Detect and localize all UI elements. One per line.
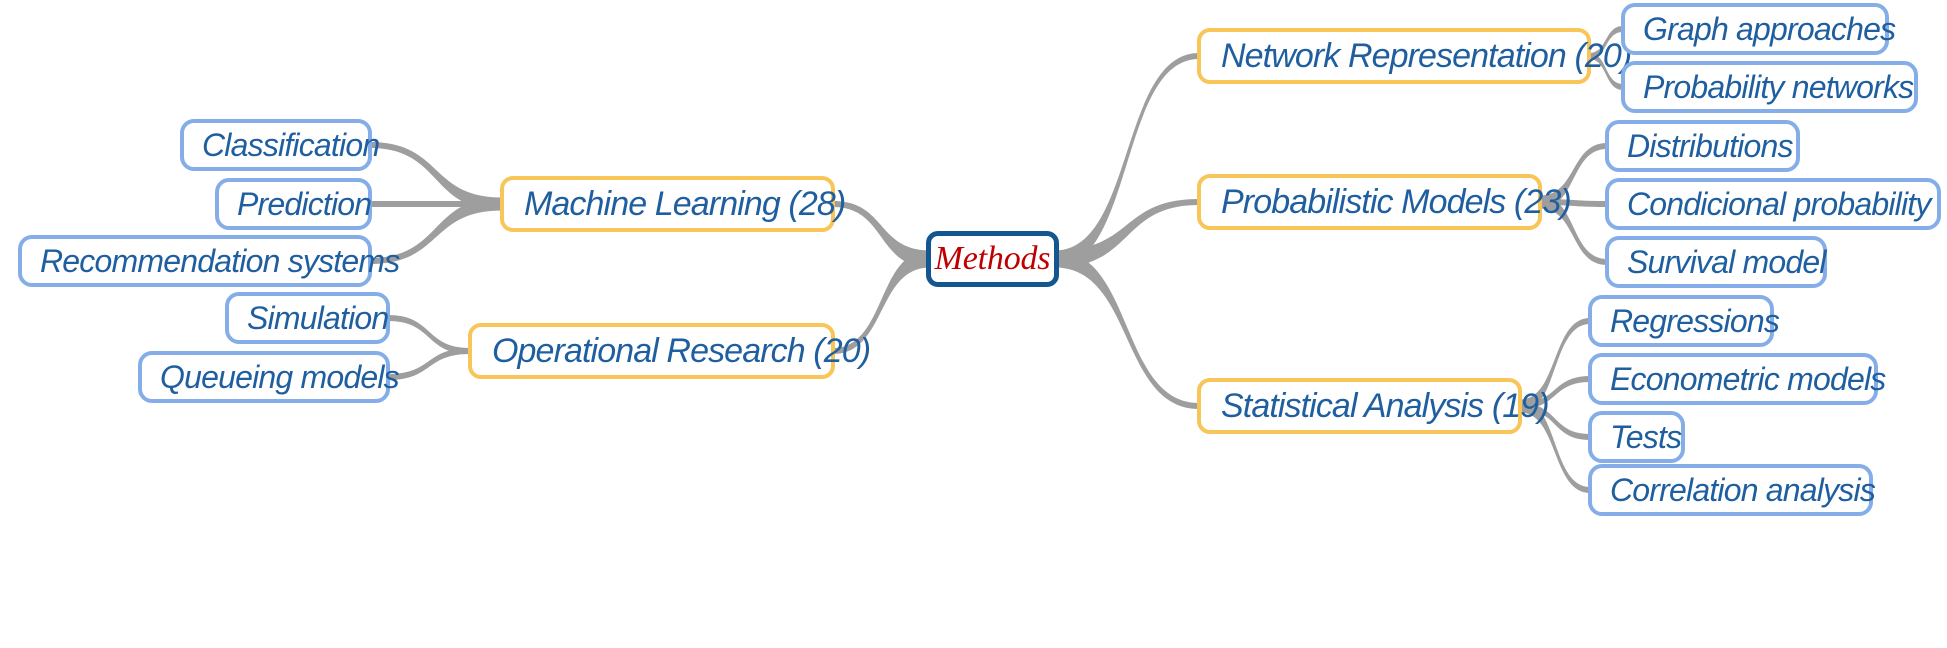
node-leaf-queueing-models[interactable]: Queueing models bbox=[138, 351, 400, 403]
node-branch-machine-learning[interactable]: Machine Learning (28) bbox=[500, 176, 846, 232]
node-leaf-regressions-label: Regressions bbox=[1610, 303, 1780, 339]
connector bbox=[388, 348, 470, 380]
node-leaf-graph-approaches[interactable]: Graph approaches bbox=[1621, 3, 1896, 55]
node-leaf-prediction[interactable]: Prediction bbox=[215, 178, 372, 230]
node-leaf-recommendation-systems-label: Recommendation systems bbox=[40, 243, 400, 279]
node-leaf-classification[interactable]: Classification bbox=[180, 119, 380, 171]
mindmap-canvas: Methods Machine Learning (28) Classificati… bbox=[0, 0, 1947, 648]
node-branch-machine-learning-label: Machine Learning (28) bbox=[524, 185, 846, 223]
node-branch-probabilistic-models[interactable]: Probabilistic Models (23) bbox=[1197, 174, 1572, 230]
node-branch-network-representation-label: Network Representation (20) bbox=[1221, 37, 1632, 75]
node-leaf-graph-approaches-label: Graph approaches bbox=[1643, 11, 1896, 47]
node-root[interactable]: Methods bbox=[926, 231, 1059, 287]
node-root-label: Methods bbox=[934, 240, 1051, 277]
node-leaf-queueing-models-label: Queueing models bbox=[160, 359, 400, 395]
node-leaf-prediction-label: Prediction bbox=[237, 186, 372, 222]
node-leaf-classification-label: Classification bbox=[202, 127, 380, 163]
node-leaf-survival-model[interactable]: Survival model bbox=[1605, 236, 1827, 288]
connector bbox=[370, 142, 502, 211]
connector bbox=[388, 315, 470, 354]
node-leaf-econometric-models-label: Econometric models bbox=[1610, 361, 1886, 397]
node-branch-network-representation[interactable]: Network Representation (20) bbox=[1197, 28, 1632, 84]
node-leaf-condicional-probability-label: Condicional probability bbox=[1627, 186, 1931, 222]
connector bbox=[1055, 250, 1199, 409]
node-leaf-regressions[interactable]: Regressions bbox=[1588, 295, 1780, 347]
node-branch-probabilistic-models-label: Probabilistic Models (23) bbox=[1221, 183, 1572, 221]
node-leaf-condicional-probability[interactable]: Condicional probability bbox=[1605, 178, 1941, 230]
node-branch-operational-research-label: Operational Research (20) bbox=[492, 332, 871, 370]
node-leaf-distributions[interactable]: Distributions bbox=[1605, 120, 1800, 172]
node-leaf-tests-label: Tests bbox=[1610, 419, 1682, 455]
node-leaf-probability-networks-label: Probability networks bbox=[1643, 69, 1914, 105]
node-leaf-correlation-analysis-label: Correlation analysis bbox=[1610, 472, 1876, 508]
connector bbox=[370, 201, 502, 207]
node-branch-statistical-analysis[interactable]: Statistical Analysis (19) bbox=[1197, 378, 1550, 434]
node-leaf-tests[interactable]: Tests bbox=[1588, 411, 1685, 463]
connector bbox=[1055, 53, 1199, 268]
node-leaf-survival-model-label: Survival model bbox=[1627, 244, 1826, 280]
node-leaf-distributions-label: Distributions bbox=[1627, 128, 1793, 164]
connector bbox=[833, 201, 930, 268]
node-leaf-recommendation-systems[interactable]: Recommendation systems bbox=[18, 235, 400, 287]
node-leaf-correlation-analysis[interactable]: Correlation analysis bbox=[1588, 464, 1876, 516]
node-branch-statistical-analysis-label: Statistical Analysis (19) bbox=[1221, 387, 1550, 425]
connector bbox=[1055, 199, 1199, 268]
node-leaf-econometric-models[interactable]: Econometric models bbox=[1588, 353, 1886, 405]
node-leaf-probability-networks[interactable]: Probability networks bbox=[1621, 61, 1918, 113]
node-leaf-simulation-label: Simulation bbox=[247, 300, 389, 336]
node-branch-operational-research[interactable]: Operational Research (20) bbox=[468, 323, 871, 379]
node-leaf-simulation[interactable]: Simulation bbox=[225, 292, 390, 344]
